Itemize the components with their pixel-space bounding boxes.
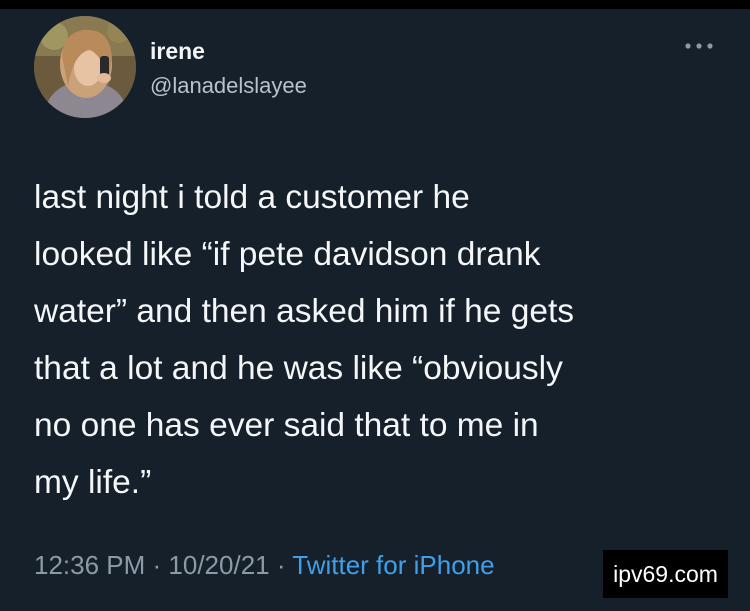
tweet-source-link[interactable]: Twitter for iPhone: [292, 550, 494, 580]
tweet-text: last night i told a customer he looked l…: [34, 179, 575, 501]
tweet-date[interactable]: 10/20/21: [168, 550, 269, 580]
top-border: [0, 0, 750, 9]
watermark: ipv69.com: [603, 550, 728, 598]
tweet-time[interactable]: 12:36 PM: [34, 550, 145, 580]
avatar-image: [34, 16, 136, 118]
user-handle[interactable]: @lanadelslayee: [150, 73, 307, 99]
avatar[interactable]: [34, 16, 136, 118]
tweet-meta: 12:36 PM · 10/20/21 · Twitter for iPhone: [34, 550, 495, 581]
more-horizontal-icon[interactable]: [683, 39, 715, 53]
tweet-card: irene @lanadelslayee last night i told a…: [0, 9, 750, 611]
meta-separator: ·: [269, 550, 293, 580]
display-name[interactable]: irene: [150, 38, 205, 65]
meta-separator: ·: [145, 550, 169, 580]
